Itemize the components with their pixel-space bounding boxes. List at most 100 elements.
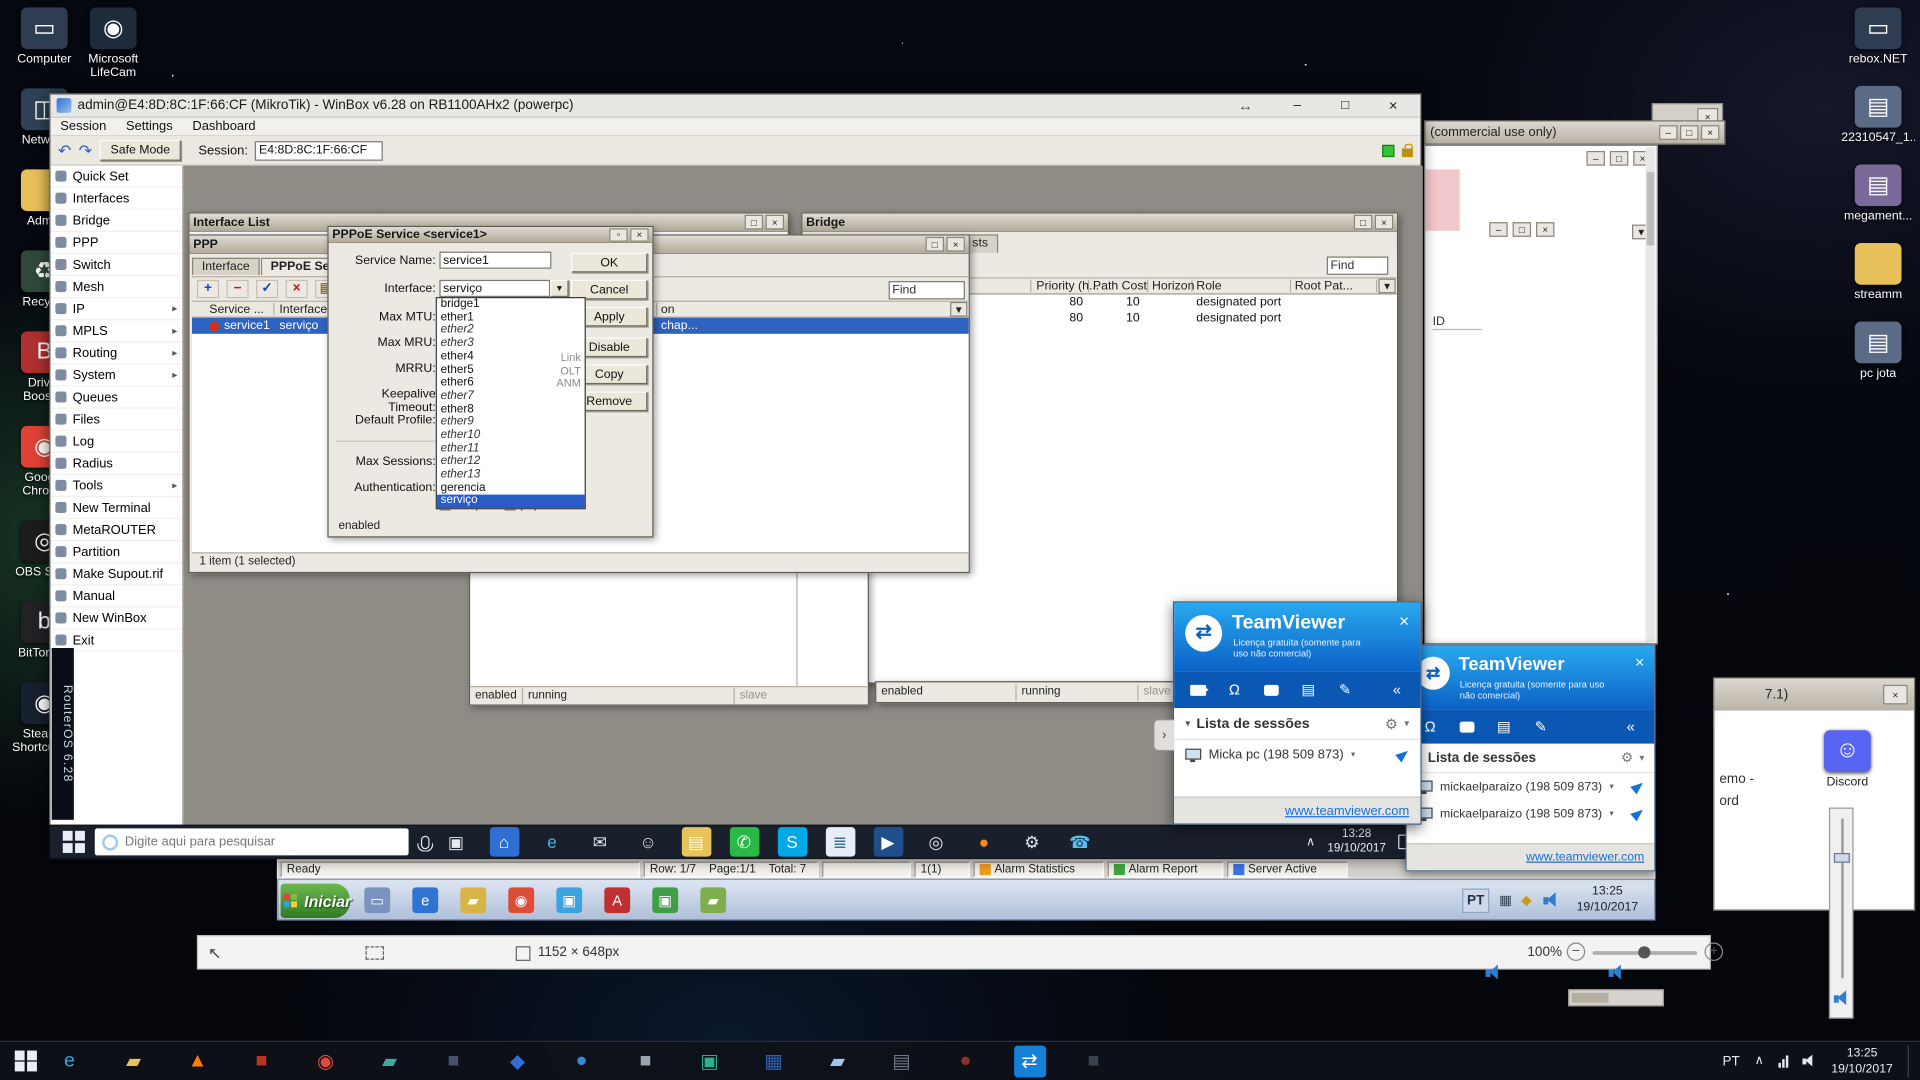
green-folder-icon[interactable]: ▰ [700, 887, 726, 913]
chevron-down-icon[interactable]: ▾ [1404, 718, 1409, 729]
light-folder-icon[interactable]: ▰ [822, 1045, 854, 1077]
language-indicator[interactable]: PT [1723, 1054, 1740, 1069]
gray-app-icon[interactable]: ■ [630, 1045, 662, 1077]
col-priority[interactable]: Priority (h... [1036, 280, 1099, 293]
blue-app2-icon[interactable]: ● [566, 1045, 598, 1077]
chevron-down-icon[interactable]: ▾ [1639, 752, 1644, 763]
taskbar-search-box[interactable] [94, 828, 408, 855]
disable-button[interactable]: × [286, 280, 308, 298]
remote-clock[interactable]: 13:28 19/10/2017 [1327, 827, 1386, 856]
panel-collapse-tab[interactable]: › [1153, 719, 1174, 751]
volume-slider-handle[interactable] [1834, 853, 1850, 863]
whiteboard-icon[interactable]: ✎ [1527, 718, 1554, 735]
taskbar-clock[interactable]: 13:25 19/10/2017 [1831, 1045, 1893, 1077]
file-icon[interactable]: ▤ 22310547_1... [1844, 86, 1913, 145]
close-button[interactable]: × [766, 215, 784, 230]
firefox-icon[interactable]: ● [969, 827, 999, 856]
selection-tool-icon[interactable] [366, 946, 384, 960]
gear-icon[interactable]: ⚙ [1621, 750, 1633, 766]
network-icon[interactable]: ◎ [921, 827, 951, 856]
xp-language-indicator[interactable]: PT [1462, 889, 1489, 914]
menu-session[interactable]: Session [60, 119, 106, 134]
col-authentication-fragment[interactable]: on [661, 303, 675, 316]
chevron-down-icon[interactable]: ▾ [1185, 718, 1190, 729]
connect-arrow-icon[interactable] [1630, 779, 1646, 794]
maximize-button[interactable]: □ [926, 237, 944, 252]
sidebar-item[interactable]: Log [50, 431, 182, 453]
discord-icon[interactable]: ☺ Discord [1813, 730, 1882, 789]
slate-app-icon[interactable]: ▤ [886, 1045, 918, 1077]
alarm-statistics[interactable]: Alarm Statistics [974, 862, 1104, 878]
minimize-button[interactable]: – [1489, 222, 1507, 237]
dropdown-item[interactable]: ether4 Link [437, 351, 585, 364]
skype-icon[interactable]: S [777, 827, 807, 856]
session-item[interactable]: mickaelparaizo (198 509 873) ▾ [1407, 773, 1654, 800]
chrome-icon[interactable]: ◉ [310, 1045, 342, 1077]
session-item[interactable]: Micka pc (198 509 873) ▾ [1174, 740, 1420, 769]
close-icon[interactable]: × [1399, 611, 1409, 631]
sidebar-item[interactable]: System ▸ [50, 364, 182, 386]
sidebar-item[interactable]: Switch [50, 254, 182, 276]
chat-icon[interactable] [1454, 721, 1481, 732]
maximize-button[interactable]: □ [1354, 215, 1372, 230]
sidebar-item[interactable]: Quick Set [50, 166, 182, 188]
alarm-report[interactable]: Alarm Report [1108, 862, 1224, 878]
teal-folder-icon[interactable]: ▰ [374, 1045, 406, 1077]
window-app-icon[interactable]: ▭ [364, 887, 390, 913]
gear-icon[interactable]: ⚙ [1385, 715, 1398, 732]
sidebar-item[interactable]: Partition [50, 541, 182, 563]
zoom-in-button[interactable]: + [1705, 943, 1723, 961]
tray-expand-caret[interactable]: ∧ [1755, 1054, 1764, 1067]
search-input[interactable] [125, 835, 371, 850]
teal-app-icon[interactable]: ▣ [694, 1045, 726, 1077]
id-column-header[interactable]: ID [1433, 315, 1482, 330]
dialog-titlebar[interactable]: PPPoE Service <service1> ▫ × [329, 227, 653, 243]
session-value-field[interactable]: E4:8D:8C:1F:66:CF [255, 141, 383, 161]
dropdown-item[interactable]: serviço [437, 495, 585, 508]
blue-app3-icon[interactable]: ▦ [758, 1045, 790, 1077]
close-button[interactable]: × [1536, 222, 1554, 237]
dropdown-item[interactable]: ether7 [437, 390, 585, 403]
collapse-icon[interactable]: « [1383, 681, 1410, 698]
collapse-icon[interactable]: « [1617, 718, 1644, 735]
service-name-input[interactable] [439, 252, 551, 269]
connect-arrow-icon[interactable] [1630, 806, 1646, 821]
maroon-app-icon[interactable]: ● [950, 1045, 982, 1077]
connect-arrow-icon[interactable] [1395, 747, 1411, 762]
show-desktop-button[interactable] [1908, 1045, 1913, 1077]
computer-icon[interactable]: ▭ Computer [10, 7, 79, 66]
col-service[interactable]: Service ... [209, 303, 264, 316]
close-button[interactable]: × [1375, 215, 1393, 230]
maximize-button[interactable]: □ [1680, 125, 1698, 140]
safe-mode-button[interactable]: Safe Mode [99, 140, 181, 161]
sidebar-item[interactable]: Tools ▸ [50, 475, 182, 497]
col-horizon[interactable]: Horizon [1152, 280, 1194, 293]
sidebar-item[interactable]: IP ▸ [50, 298, 182, 320]
col-interface[interactable]: Interface [279, 303, 327, 316]
sidebar-item[interactable]: New WinBox [50, 607, 182, 629]
file-transfer-icon[interactable]: ▤ [1295, 681, 1322, 698]
cursor-tool-icon[interactable]: ↖ [208, 944, 221, 964]
col-root-path[interactable]: Root Pat... [1295, 280, 1353, 293]
whiteboard-icon[interactable]: ✎ [1332, 681, 1359, 698]
media-app-icon[interactable]: ▣ [556, 887, 582, 913]
lifecam-icon[interactable]: ◉ Microsoft LifeCam [79, 7, 148, 79]
start-button[interactable] [63, 831, 85, 852]
tab-interface[interactable]: Interface [192, 258, 260, 275]
column-chooser-button[interactable]: ▼ [1378, 279, 1395, 294]
sidebar-item[interactable]: Radius [50, 453, 182, 475]
sidebar-item[interactable]: Mesh [50, 276, 182, 298]
dark-app2-icon[interactable]: ■ [1078, 1045, 1110, 1077]
dropdown-item[interactable]: ether10 [437, 429, 585, 442]
task-view-icon[interactable]: ▣ [441, 827, 471, 856]
enable-button[interactable]: ✓ [256, 280, 278, 298]
volume-slider-track[interactable] [1841, 819, 1843, 979]
maximize-button[interactable]: □ [1324, 96, 1366, 116]
mail-icon[interactable]: ✉ [585, 827, 615, 856]
dark-app-icon[interactable]: ■ [438, 1045, 470, 1077]
bridge-titlebar[interactable]: Bridge □ × [802, 214, 1396, 232]
sidebar-item[interactable]: Manual [50, 585, 182, 607]
edge-icon[interactable]: e [537, 827, 567, 856]
col-path-cost[interactable]: Path Cost [1093, 280, 1147, 293]
teamviewer-link[interactable]: www.teamviewer.com [1526, 850, 1644, 864]
